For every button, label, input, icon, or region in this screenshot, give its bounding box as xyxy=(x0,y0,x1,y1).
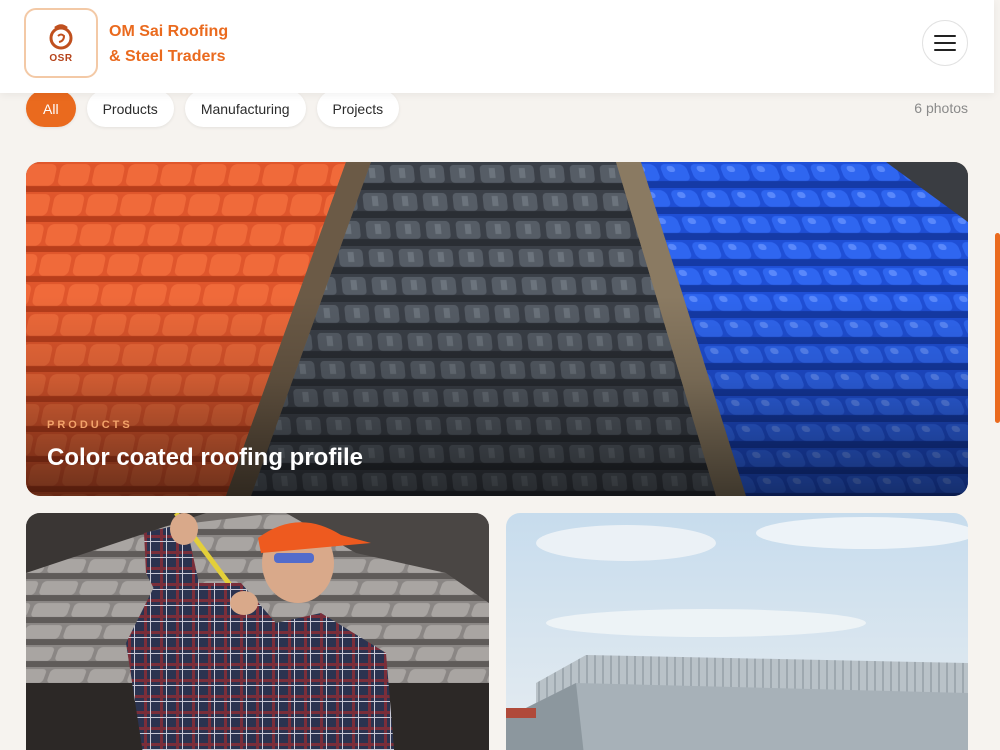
filter-all[interactable]: All xyxy=(26,90,76,127)
gallery-item-category: PRODUCTS xyxy=(47,419,133,431)
worker-measuring-roof-image xyxy=(26,513,489,750)
filter-projects[interactable]: Projects xyxy=(316,90,400,127)
hamburger-icon-bar xyxy=(934,35,956,37)
gallery-filters: All Products Manufacturing Projects xyxy=(26,90,400,127)
filter-manufacturing[interactable]: Manufacturing xyxy=(184,90,306,127)
filter-products[interactable]: Products xyxy=(86,90,174,127)
logo-text: OSR xyxy=(49,53,73,64)
hamburger-icon-bar xyxy=(934,42,956,44)
brand-name[interactable]: OM Sai Roofing & Steel Traders xyxy=(109,19,228,69)
gallery-item-title: Color coated roofing profile xyxy=(47,444,363,471)
site-header: OSR OM Sai Roofing & Steel Traders xyxy=(0,0,994,93)
logo[interactable]: OSR xyxy=(24,8,98,78)
gallery-item-color-coated-roofing[interactable]: PRODUCTS Color coated roofing profile xyxy=(26,162,968,496)
brand-line-1: OM Sai Roofing xyxy=(109,23,229,40)
hamburger-icon-bar xyxy=(934,49,956,51)
scrollbar-thumb[interactable] xyxy=(995,233,1000,423)
logo-emblem-icon xyxy=(49,24,73,50)
gallery-item-worker[interactable] xyxy=(26,513,489,750)
logo-mark: OSR xyxy=(32,15,90,71)
menu-button[interactable] xyxy=(922,20,968,66)
photo-count: 6 photos xyxy=(914,100,968,116)
gallery-item-industrial-shed[interactable] xyxy=(506,513,968,750)
brand-line-2: & Steel Traders xyxy=(109,48,226,65)
industrial-shed-image xyxy=(506,513,968,750)
